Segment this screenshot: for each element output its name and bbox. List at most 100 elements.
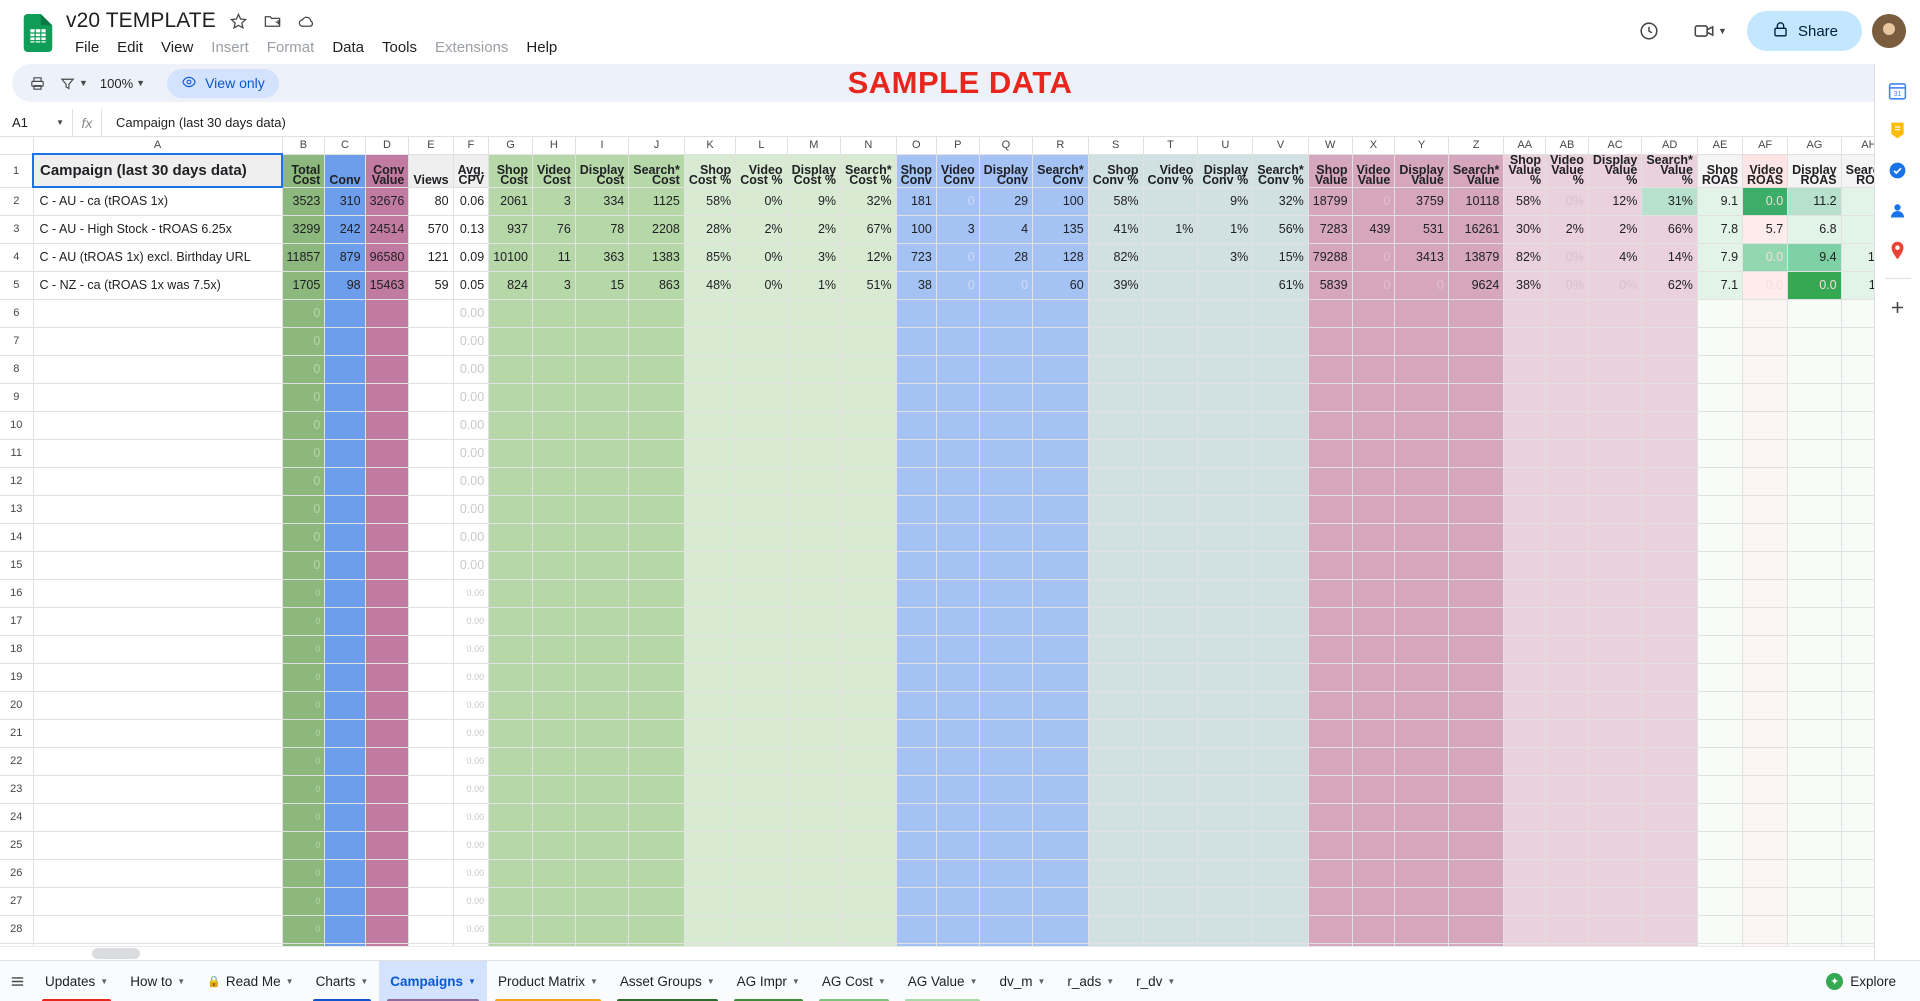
empty-cell-AA16[interactable]	[1503, 578, 1547, 608]
empty-cell-L23[interactable]	[735, 774, 788, 804]
empty-cell-AD10[interactable]	[1641, 410, 1698, 440]
data-cell-X3[interactable]: 439	[1351, 214, 1396, 244]
empty-cell-L14[interactable]	[735, 522, 788, 552]
empty-cell-J28[interactable]	[628, 914, 685, 944]
data-cell-X4[interactable]: 0	[1351, 242, 1396, 272]
chevron-down-icon[interactable]: ▼	[360, 977, 368, 986]
empty-cell-AC24[interactable]	[1587, 802, 1643, 832]
empty-cell-AA27[interactable]	[1503, 886, 1547, 916]
empty-cell-S28[interactable]	[1087, 914, 1144, 944]
chevron-down-icon[interactable]: ▼	[56, 118, 64, 127]
empty-cell-AD21[interactable]	[1641, 718, 1698, 748]
empty-cell-I17[interactable]	[574, 606, 630, 636]
data-cell-B4[interactable]: 11857	[281, 242, 326, 272]
empty-cell-P24[interactable]	[935, 802, 980, 832]
empty-cell-AA20[interactable]	[1503, 690, 1547, 720]
data-cell-X2[interactable]: 0	[1351, 186, 1396, 216]
empty-cell-AD18[interactable]	[1641, 634, 1698, 664]
column-label-K[interactable]: Shop Cost %	[683, 153, 737, 188]
empty-cell-F9[interactable]: 0.00	[452, 382, 490, 412]
empty-cell-D14[interactable]	[364, 522, 410, 552]
empty-cell-M19[interactable]	[786, 662, 842, 692]
column-label-I[interactable]: Display Cost	[574, 153, 630, 188]
empty-cell-AD26[interactable]	[1641, 858, 1698, 888]
empty-cell-D13[interactable]	[364, 494, 410, 524]
empty-cell-B12[interactable]: 0	[281, 466, 326, 496]
menu-data[interactable]: Data	[323, 36, 373, 60]
empty-cell-AE19[interactable]	[1696, 662, 1744, 692]
row-header-23[interactable]: 23	[0, 774, 34, 804]
data-cell-W3[interactable]: 7283	[1307, 214, 1353, 244]
column-label-O[interactable]: Shop Conv	[895, 153, 937, 188]
empty-cell-N18[interactable]	[840, 634, 897, 664]
empty-cell-O27[interactable]	[895, 886, 937, 916]
data-cell-R3[interactable]: 135	[1032, 214, 1089, 244]
empty-cell-AD27[interactable]	[1641, 886, 1698, 916]
empty-cell-R26[interactable]	[1032, 858, 1089, 888]
empty-cell-L20[interactable]	[735, 690, 788, 720]
empty-cell-H26[interactable]	[531, 858, 576, 888]
empty-cell-AB27[interactable]	[1545, 886, 1589, 916]
empty-cell-D10[interactable]	[364, 410, 410, 440]
empty-cell-Z14[interactable]	[1447, 522, 1505, 552]
empty-cell-O24[interactable]	[895, 802, 937, 832]
empty-cell-C24[interactable]	[324, 802, 366, 832]
empty-cell-L19[interactable]	[735, 662, 788, 692]
empty-cell-S7[interactable]	[1087, 326, 1144, 356]
empty-cell-K14[interactable]	[683, 522, 737, 552]
empty-cell-K10[interactable]	[683, 410, 737, 440]
data-cell-T2[interactable]: 0%	[1142, 186, 1199, 216]
empty-cell-V6[interactable]	[1252, 298, 1309, 328]
empty-cell-M17[interactable]	[786, 606, 842, 636]
data-cell-D5[interactable]: 15463	[364, 270, 410, 300]
data-cell-Y3[interactable]: 531	[1394, 214, 1449, 244]
empty-cell-AE12[interactable]	[1696, 466, 1744, 496]
empty-cell-F21[interactable]: 0.00	[452, 718, 490, 748]
menu-file[interactable]: File	[66, 36, 108, 60]
empty-cell-Z27[interactable]	[1447, 886, 1505, 916]
column-header-y[interactable]: Y	[1394, 137, 1449, 155]
empty-cell-T26[interactable]	[1142, 858, 1199, 888]
empty-cell-AE17[interactable]	[1696, 606, 1744, 636]
empty-cell-M12[interactable]	[786, 466, 842, 496]
empty-cell-I27[interactable]	[574, 886, 630, 916]
empty-cell-AF25[interactable]	[1742, 830, 1789, 860]
empty-cell-H19[interactable]	[531, 662, 576, 692]
move-to-folder-icon[interactable]	[262, 10, 284, 32]
empty-cell-O14[interactable]	[895, 522, 937, 552]
data-cell-Z5[interactable]: 9624	[1447, 270, 1505, 300]
data-cell-C3[interactable]: 242	[324, 214, 366, 244]
column-label-G[interactable]: Shop Cost	[488, 153, 533, 188]
empty-cell-G12[interactable]	[488, 466, 533, 496]
column-label-Q[interactable]: Display Conv	[978, 153, 1034, 188]
empty-cell-AA10[interactable]	[1503, 410, 1547, 440]
data-cell-G3[interactable]: 937	[488, 214, 533, 244]
empty-cell-O10[interactable]	[895, 410, 937, 440]
data-cell-K4[interactable]: 85%	[683, 242, 737, 272]
chevron-down-icon[interactable]: ▼	[1718, 26, 1727, 36]
calendar-icon[interactable]: 31	[1880, 72, 1916, 108]
empty-cell-J10[interactable]	[628, 410, 685, 440]
empty-cell-U13[interactable]	[1197, 494, 1254, 524]
avatar[interactable]	[1872, 14, 1906, 48]
column-header-e[interactable]: E	[408, 137, 454, 155]
empty-cell-K11[interactable]	[683, 438, 737, 468]
empty-cell-P10[interactable]	[935, 410, 980, 440]
column-label-B[interactable]: Total Cost	[281, 153, 326, 188]
empty-cell-B20[interactable]: 0	[281, 690, 326, 720]
empty-cell-AD12[interactable]	[1641, 466, 1698, 496]
empty-cell-M8[interactable]	[786, 354, 842, 384]
empty-cell-T8[interactable]	[1142, 354, 1199, 384]
row-header-8[interactable]: 8	[0, 354, 34, 384]
empty-cell-I14[interactable]	[574, 522, 630, 552]
empty-cell-AD9[interactable]	[1641, 382, 1698, 412]
empty-cell-H23[interactable]	[531, 774, 576, 804]
empty-cell-R24[interactable]	[1032, 802, 1089, 832]
empty-cell-A15[interactable]	[32, 550, 283, 580]
empty-cell-AA14[interactable]	[1503, 522, 1547, 552]
empty-cell-L27[interactable]	[735, 886, 788, 916]
empty-cell-P15[interactable]	[935, 550, 980, 580]
data-cell-Q5[interactable]: 0	[978, 270, 1034, 300]
empty-cell-V28[interactable]	[1252, 914, 1309, 944]
empty-cell-P25[interactable]	[935, 830, 980, 860]
